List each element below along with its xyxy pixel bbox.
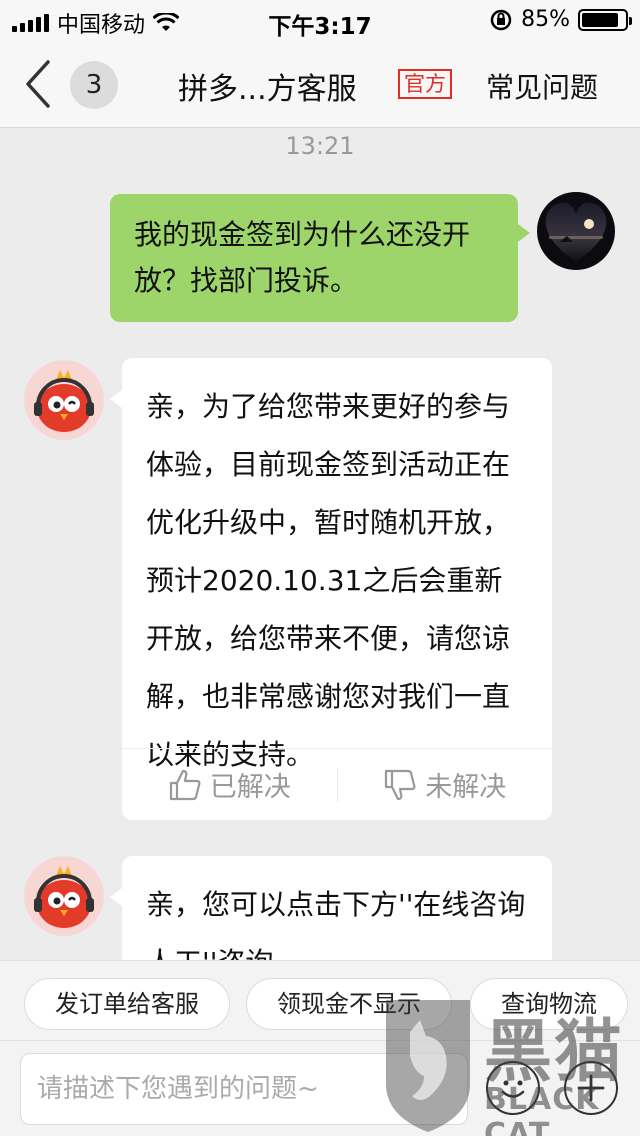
user-message-bubble[interactable]: 我的现金签到为什么还没开放？找部门投诉。 <box>110 194 530 322</box>
agent-message-bubble[interactable]: 亲，为了给您带来更好的参与体验，目前现金签到活动正在优化升级中，暂时随机开放，预… <box>110 358 552 820</box>
agent-avatar[interactable] <box>24 856 104 936</box>
unresolved-label: 未解决 <box>425 772 507 803</box>
agent-message-bubble[interactable]: 亲，您可以点击下方''在线咨询人工''咨询~ <box>110 856 552 960</box>
unread-count-badge[interactable]: 3 <box>70 61 118 109</box>
chat-area[interactable]: 13:21 我的现金签到为什么还没开放？找部门投诉。 亲，为了给您带来更好的参与… <box>0 128 640 960</box>
official-badge: 官方 <box>398 69 452 99</box>
agent-message-text: 亲，您可以点击下方''在线咨询人工''咨询~ <box>146 888 526 960</box>
emoji-button[interactable] <box>486 1061 540 1115</box>
plus-icon <box>577 1074 605 1102</box>
user-avatar[interactable] <box>537 192 615 270</box>
status-bar: 中国移动 下午3:17 85% <box>0 0 640 40</box>
battery-icon <box>578 8 632 31</box>
resolved-button[interactable]: 已解决 <box>122 749 337 821</box>
emoji-icon <box>501 1080 525 1098</box>
chat-timestamp: 13:21 <box>285 132 355 160</box>
status-right: 85% <box>489 7 632 32</box>
back-chevron-icon[interactable] <box>18 58 58 110</box>
faq-button[interactable]: 常见问题 <box>486 66 598 106</box>
rotation-lock-icon <box>490 9 512 30</box>
quick-reply-track-shipping[interactable]: 查询物流 <box>470 978 628 1030</box>
agent-message-text: 亲，为了给您带来更好的参与体验，目前现金签到活动正在优化升级中，暂时随机开放，预… <box>146 390 511 771</box>
battery-fill <box>582 12 618 27</box>
nav-bar: 3 拼多...方客服 官方 常见问题 <box>0 40 640 128</box>
resolved-label: 已解决 <box>209 772 291 803</box>
quick-reply-send-order[interactable]: 发订单给客服 <box>24 978 230 1030</box>
thumbs-up-icon <box>169 769 201 800</box>
unresolved-button[interactable]: 未解决 <box>338 749 553 821</box>
more-button[interactable] <box>564 1061 618 1115</box>
quick-reply-bar: 发订单给客服 领现金不显示 查询物流 <box>0 960 640 1040</box>
battery-percent: 85% <box>521 7 570 32</box>
input-bar <box>0 1040 640 1136</box>
quick-reply-cash-not-shown[interactable]: 领现金不显示 <box>246 978 452 1030</box>
agent-avatar[interactable] <box>24 360 104 440</box>
page-title: 拼多...方客服 <box>178 72 357 107</box>
message-input[interactable] <box>20 1053 468 1125</box>
feedback-row: 已解决 未解决 <box>122 748 552 820</box>
thumbs-down-icon <box>385 769 416 800</box>
